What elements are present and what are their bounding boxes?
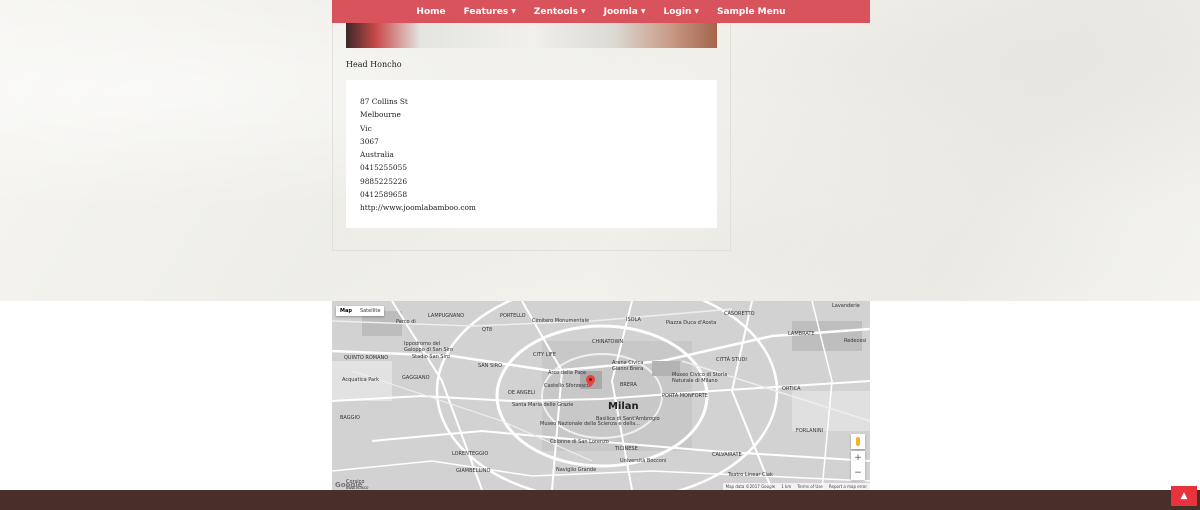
zoom-in-button[interactable]: + [854, 453, 862, 463]
map-label: Redecesi [844, 338, 867, 344]
map-label: BRERA [620, 382, 637, 388]
map-label: GIAMBELLINO [456, 468, 491, 474]
nav-item-label: Zentools [533, 6, 578, 17]
map-label: ORTICA [782, 386, 801, 392]
nav-item-label: Features [463, 6, 509, 17]
map-type-satellite[interactable]: Satellite [356, 306, 384, 316]
chevron-down-icon: ▼ [511, 8, 516, 15]
map-label: LAMBRATE [788, 331, 815, 337]
map-data-text: Map data ©2017 Google [725, 484, 776, 489]
map-label: ISOLA [626, 317, 641, 323]
map-pin-icon[interactable] [586, 375, 595, 387]
nav-item-home[interactable]: Home [407, 7, 454, 17]
street-view-pegman-icon[interactable] [851, 434, 865, 449]
map-label: CITTÀ STUDI [716, 357, 747, 363]
nav-item-label: Sample Menu [716, 6, 786, 17]
nav-item-label: Joomla [603, 6, 638, 17]
chevron-down-icon: ▼ [580, 8, 586, 15]
map-label: Cimitero Monumentale [532, 318, 590, 324]
nav-item-login[interactable]: Login ▼ [655, 7, 708, 17]
map-label: Stadio San Siro [412, 354, 450, 360]
main-nav: Home Features ▼ Zentools ▼ Joomla ▼ Login ▼ … [332, 0, 870, 23]
map-label: CALVAIRATE [712, 452, 742, 458]
map-label: QT8 [482, 327, 493, 333]
map-label: Lavanderie [832, 303, 860, 309]
address-country: Australia [360, 150, 394, 160]
map-type-map[interactable]: Map [336, 306, 356, 316]
map-label: Colonne di San Lorenzo [550, 439, 609, 445]
map-label: DE ANGELI [508, 390, 536, 396]
map-label: Gianni Brera [612, 366, 644, 372]
back-to-top-button[interactable]: ▲ [1171, 486, 1197, 506]
google-logo: Google [335, 481, 363, 489]
map-label: LORENTEGGIO [452, 451, 489, 457]
chevron-down-icon: ▼ [640, 8, 646, 15]
map-label: Naturale di Milano [672, 378, 718, 384]
map-scale: 1 km [781, 484, 792, 489]
zoom-out-button[interactable]: − [854, 468, 862, 478]
map-label: CITY LIFE [533, 352, 556, 358]
address-street: 87 Collins St [360, 97, 408, 106]
site-footer [0, 490, 1200, 510]
report-error-link[interactable]: Report a map error [829, 484, 867, 489]
address-mobile: 9885225226 [360, 176, 408, 186]
terms-link[interactable]: Terms of Use [797, 484, 823, 489]
address-state: Vic [360, 123, 372, 133]
map-label: PORTA MONFORTE [662, 393, 708, 399]
address-phone: 0415255055 [360, 163, 408, 173]
map-label: BAGGIO [340, 415, 360, 421]
map-label: CASORETTO [724, 311, 755, 317]
map-label: PORTELLO [500, 313, 526, 319]
address-fax: 0412589658 [360, 190, 408, 200]
map-label: Università Bocconi [620, 458, 667, 464]
map-label: LAMPUGNANO [428, 313, 465, 319]
map-label: Castello Sforzesco [544, 383, 590, 389]
chevron-down-icon: ▼ [694, 8, 699, 15]
map-label: Galoppo di San Siro [404, 347, 454, 353]
map-city-label: Milan [608, 401, 639, 412]
contact-photo [346, 23, 717, 48]
map-label: SAN SIRO [478, 363, 503, 369]
address-suburb: Melbourne [360, 110, 401, 120]
map-label: QUINTO ROMANO [344, 355, 389, 361]
nav-item-label: Login [663, 6, 692, 17]
map-label: Santa Maria delle Grazie [512, 402, 574, 408]
nav-item-features[interactable]: Features ▼ [455, 7, 525, 17]
map-attribution: Map data ©2017 Google 1 km Terms of Use … [722, 483, 870, 490]
map-label: Arco della Pace [548, 370, 587, 376]
map-roads [332, 301, 870, 490]
map-label: Naviglio Grande [556, 467, 597, 473]
nav-item-zentools[interactable]: Zentools ▼ [525, 7, 595, 17]
contact-role: Head Honcho [346, 60, 402, 69]
address-postcode: 3067 [360, 136, 379, 146]
zoom-control: + − [851, 451, 865, 480]
map-label: Parco di [396, 319, 416, 325]
map-label: GAGGIANO [402, 375, 430, 381]
map-type-control: Map Satellite [336, 306, 385, 316]
map-label: Basilica di Sant'Ambrogio [596, 416, 660, 422]
map-label: TICINESE [615, 446, 638, 452]
map-label: FORLANINI [796, 428, 824, 434]
map-label: Teatro Linear Ciak [728, 472, 773, 478]
nav-item-joomla[interactable]: Joomla ▼ [595, 7, 655, 17]
address-website-link[interactable]: http://www.joomlabamboo.com [360, 201, 703, 214]
google-map[interactable]: Map Satellite PORTELLO Cimitero Monument… [332, 301, 870, 490]
map-label: Acquatica Park [342, 377, 380, 383]
nav-item-label: Home [416, 6, 446, 17]
map-label: CHINATOWN [592, 339, 624, 345]
arrow-up-icon: ▲ [1180, 491, 1188, 501]
contact-address: 87 Collins St Melbourne Vic 3067 Austral… [346, 80, 717, 228]
nav-item-sample-menu[interactable]: Sample Menu [708, 7, 795, 17]
map-label: Piazza Duca d'Aosta [666, 320, 717, 326]
